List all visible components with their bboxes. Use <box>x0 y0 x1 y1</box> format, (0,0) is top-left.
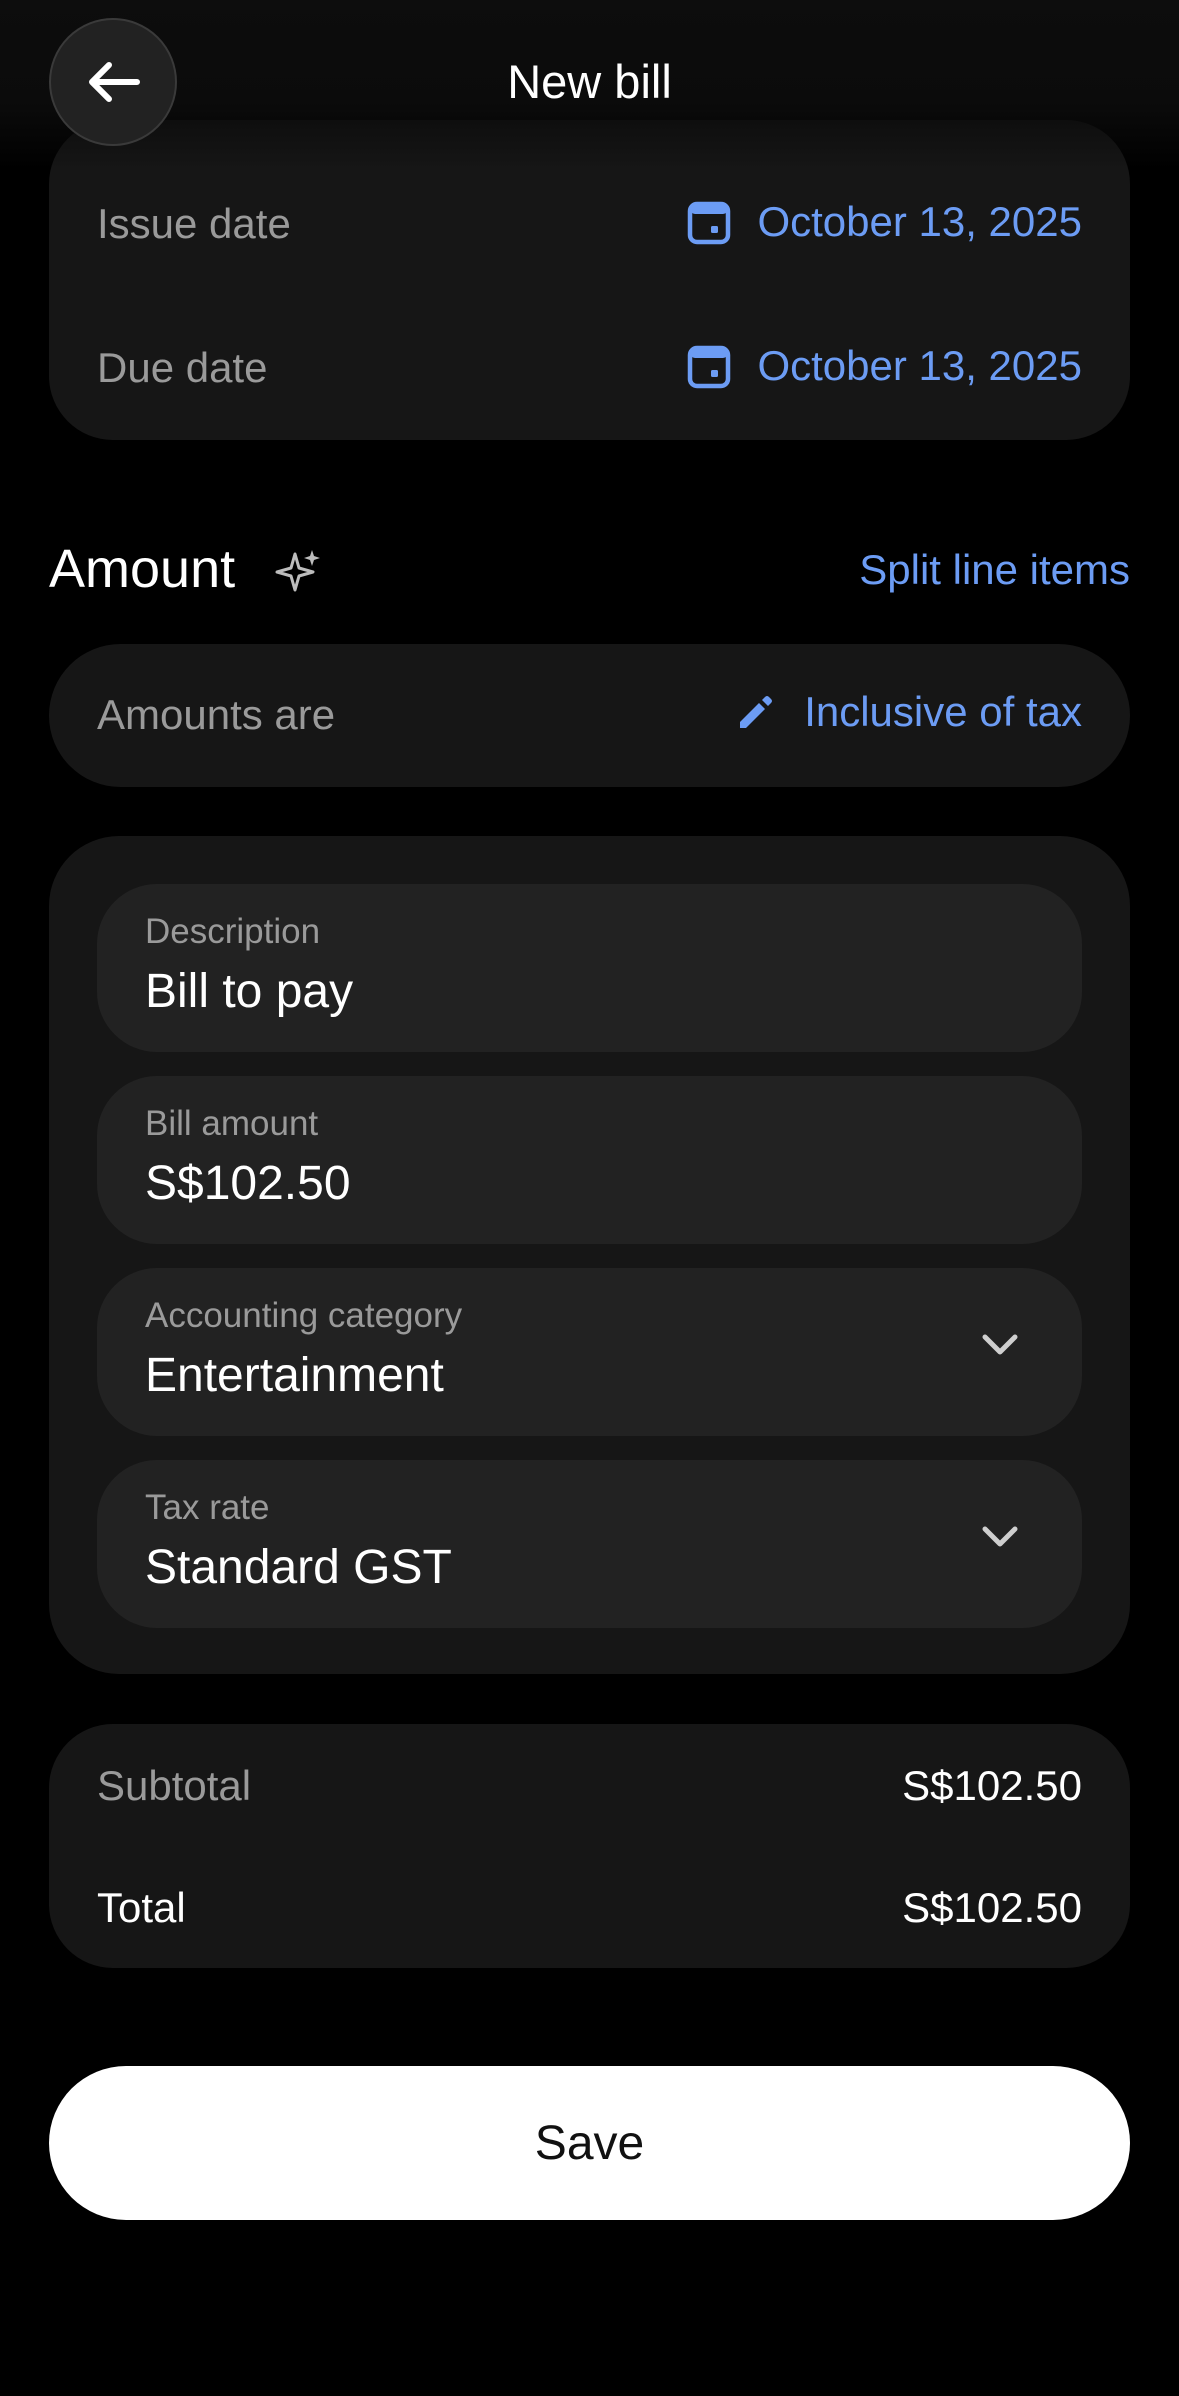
bill-amount-label: Bill amount <box>145 1104 319 1143</box>
bill-amount-field[interactable]: Bill amount S$102.50 <box>97 1076 1082 1244</box>
tax-mode-value: Inclusive of tax <box>804 688 1082 735</box>
accounting-category-label: Accounting category <box>145 1296 463 1335</box>
description-field[interactable]: Description Bill to pay <box>97 884 1082 1052</box>
tax-rate-label: Tax rate <box>145 1488 270 1527</box>
chevron-down-icon <box>982 1334 1018 1355</box>
top-bar: New bill <box>0 0 1179 170</box>
issue-date-value: October 13, 2025 <box>757 198 1082 245</box>
tax-mode-selector[interactable]: Inclusive of tax <box>736 688 1082 736</box>
calendar-icon <box>688 345 731 389</box>
chevron-down-icon <box>982 1526 1018 1547</box>
description-label: Description <box>145 912 321 951</box>
page-title: New bill <box>507 55 672 108</box>
due-date-picker[interactable]: October 13, 2025 <box>687 342 1082 390</box>
amount-section-title: Amount <box>49 539 236 599</box>
accounting-category-select[interactable]: Accounting category Entertainment <box>97 1268 1082 1436</box>
amounts-are-label: Amounts are <box>97 691 336 738</box>
issue-date-picker[interactable]: October 13, 2025 <box>687 198 1082 246</box>
bill-amount-value: S$102.50 <box>145 1157 351 1210</box>
save-button[interactable]: Save <box>49 2066 1130 2220</box>
totals-card: Subtotal S$102.50 Total S$102.50 <box>49 1724 1130 1968</box>
line-item-card: Description Bill to pay Bill amount S$10… <box>49 836 1130 1674</box>
description-value: Bill to pay <box>145 965 354 1018</box>
total-value: S$102.50 <box>902 1884 1082 1931</box>
subtotal-value: S$102.50 <box>902 1762 1082 1809</box>
tax-rate-select[interactable]: Tax rate Standard GST <box>97 1460 1082 1628</box>
pencil-icon <box>740 696 773 728</box>
tax-rate-value: Standard GST <box>145 1541 452 1594</box>
due-date-label: Due date <box>97 344 268 391</box>
split-line-items-link[interactable]: Split line items <box>859 546 1130 594</box>
total-label: Total <box>97 1884 186 1931</box>
issue-date-label: Issue date <box>97 200 291 247</box>
accounting-category-value: Entertainment <box>145 1349 444 1402</box>
due-date-value: October 13, 2025 <box>757 342 1082 389</box>
sparkle-icon <box>275 550 320 592</box>
amounts-are-row: Amounts are Inclusive of tax <box>49 644 1130 787</box>
calendar-icon <box>688 201 731 245</box>
subtotal-label: Subtotal <box>97 1762 252 1809</box>
